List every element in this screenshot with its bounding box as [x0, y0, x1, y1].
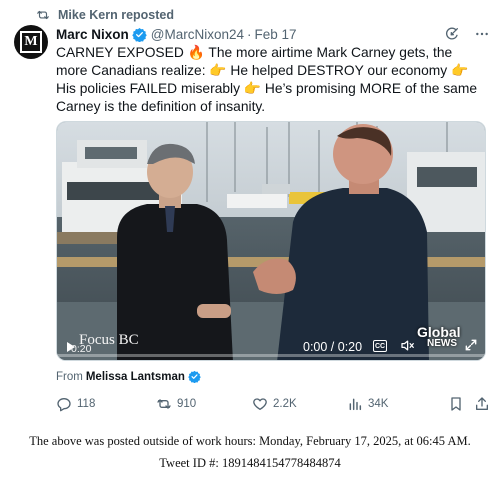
separator-dot: · [247, 26, 252, 42]
header-actions [444, 26, 490, 42]
global-news-logo: Global NEWS [417, 325, 461, 350]
repost-icon [157, 399, 171, 409]
share-button[interactable] [474, 396, 495, 412]
avatar-letter: M [20, 31, 42, 53]
tweet-id-line: Tweet ID #: 1891484154778484874 [159, 456, 341, 470]
analytics-icon [349, 398, 362, 411]
reply-count: 118 [77, 398, 96, 410]
views-count: 34K [368, 398, 389, 410]
volume-muted-icon[interactable] [399, 338, 415, 353]
like-button[interactable]: 2.2K [252, 396, 297, 412]
avatar[interactable]: M [14, 25, 48, 59]
from-attribution: From Melissa Lantsman [56, 370, 201, 383]
video-time: 0:00 / 0:20 [303, 340, 363, 354]
bookmark-icon [451, 397, 461, 411]
repost-button[interactable]: 910 [156, 396, 196, 412]
like-count: 2.2K [273, 398, 297, 410]
fullscreen-icon[interactable] [464, 338, 478, 352]
bookmark-button[interactable] [448, 396, 469, 412]
repost-count: 910 [177, 398, 197, 410]
reply-icon [57, 398, 71, 412]
tweet-header: Marc Nixon @MarcNixon24 · Feb 17 [56, 25, 488, 43]
closed-captions-icon[interactable]: CC [373, 340, 387, 352]
repost-context[interactable]: Mike Kern reposted [34, 7, 174, 23]
verified-badge-icon [132, 27, 147, 42]
posting-note: The above was posted outside of work hou… [0, 430, 500, 474]
tweet-date[interactable]: Feb 17 [255, 27, 297, 42]
tweet-card[interactable]: Mike Kern reposted M Marc Nixon @MarcNix… [0, 0, 500, 422]
share-icon [476, 397, 488, 410]
grok-icon[interactable] [444, 26, 460, 42]
views-button[interactable]: 34K [347, 396, 388, 412]
from-user[interactable]: Melissa Lantsman [86, 371, 185, 383]
heart-icon [253, 398, 267, 410]
tweet-actions: 118 910 2.2K 34K [56, 396, 488, 414]
from-prefix: From [56, 370, 83, 383]
repost-icon [37, 10, 49, 20]
verified-badge-icon [188, 370, 201, 383]
more-options-icon[interactable] [474, 26, 490, 42]
video-elapsed: 0:20 [71, 343, 92, 355]
author-handle[interactable]: @MarcNixon24 [151, 27, 244, 42]
posting-note-line1: The above was posted outside of work hou… [29, 434, 471, 448]
author-name[interactable]: Marc Nixon [56, 27, 129, 42]
repost-label: Mike Kern reposted [58, 8, 175, 22]
video-player[interactable]: Focus BC 0:20 0:00 / 0:20 CC Global NEWS [56, 121, 486, 361]
logo-line2: NEWS [427, 338, 457, 349]
reply-button[interactable]: 118 [56, 396, 95, 412]
tweet-text: CARNEY EXPOSED 🔥 The more airtime Mark C… [56, 45, 478, 114]
